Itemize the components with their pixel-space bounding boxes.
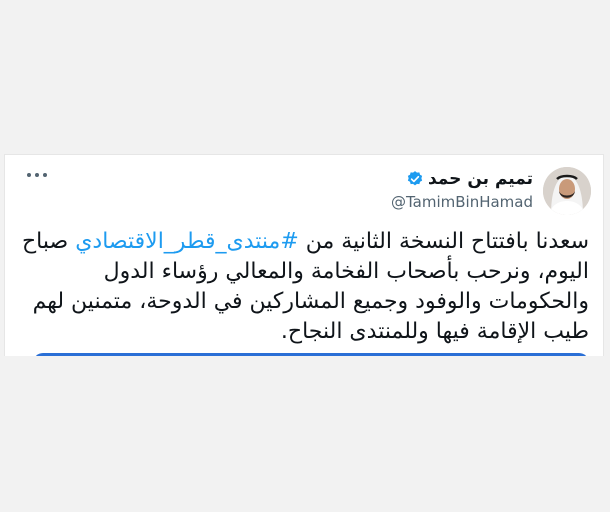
verified-badge-icon — [407, 171, 423, 186]
hashtag-link[interactable]: #منتدى_قطر_الاقتصادي — [75, 229, 299, 254]
tweet-text: سعدنا بافتتاح النسخة الثانية من #منتدى_ق… — [21, 227, 589, 347]
tweet-text-intro: سعدنا بافتتاح النسخة الثانية من — [298, 229, 589, 254]
tweet-media-preview[interactable] — [33, 353, 589, 356]
avatar-image — [543, 167, 591, 215]
author-handle[interactable]: @TamimBinHamad — [391, 193, 533, 211]
avatar[interactable] — [543, 167, 591, 215]
tweet-card[interactable]: تميم بن حمد @TamimBinHamad سعدنا بافتتاح… — [4, 154, 604, 356]
author-name[interactable]: تميم بن حمد — [428, 169, 533, 189]
more-dots-icon[interactable] — [25, 169, 49, 181]
author-name-row[interactable]: تميم بن حمد — [406, 169, 533, 189]
